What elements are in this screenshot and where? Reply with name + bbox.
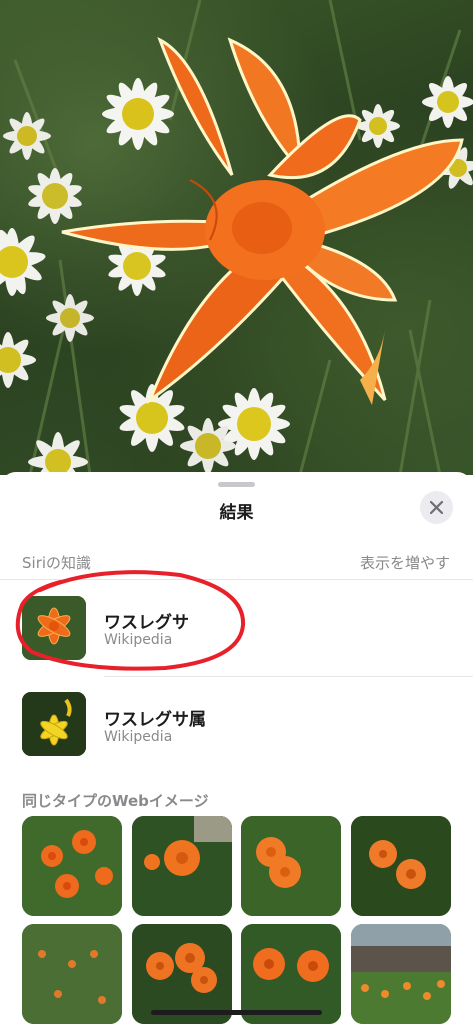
web-image-7[interactable]: [241, 924, 341, 1024]
web-image-6[interactable]: [132, 924, 232, 1024]
home-indicator[interactable]: [151, 1010, 322, 1015]
knowledge-result-2[interactable]: ワスレグサ属 Wikipedia: [0, 677, 473, 767]
knowledge-result-1[interactable]: ワスレグサ Wikipedia: [0, 580, 473, 670]
sheet-grabber[interactable]: [218, 482, 255, 487]
results-sheet: 結果 Siriの知識 表示を増やす ワスレグサ Wikipedia ワスレグサ属…: [0, 472, 473, 1024]
close-icon: [430, 501, 443, 514]
web-image-1[interactable]: [22, 816, 122, 916]
web-image-5[interactable]: [22, 924, 122, 1024]
siri-knowledge-label: Siriの知識: [22, 554, 92, 572]
photo-illustration: [0, 0, 473, 475]
result-title: ワスレグサ: [104, 613, 189, 633]
web-image-2[interactable]: [132, 816, 232, 916]
subject-photo[interactable]: [0, 0, 473, 475]
result-source: Wikipedia: [104, 632, 173, 648]
result-thumbnail: [22, 596, 86, 660]
web-image-3[interactable]: [241, 816, 341, 916]
result-thumbnail: [22, 692, 86, 756]
result-source: Wikipedia: [104, 729, 173, 745]
show-more-link[interactable]: 表示を増やす: [360, 552, 450, 573]
close-button[interactable]: [420, 491, 453, 524]
result-title: ワスレグサ属: [104, 710, 206, 730]
web-image-8[interactable]: [351, 924, 451, 1024]
web-image-4[interactable]: [351, 816, 451, 916]
web-images-label: 同じタイプのWebイメージ: [22, 792, 209, 810]
sheet-title: 結果: [219, 503, 254, 523]
